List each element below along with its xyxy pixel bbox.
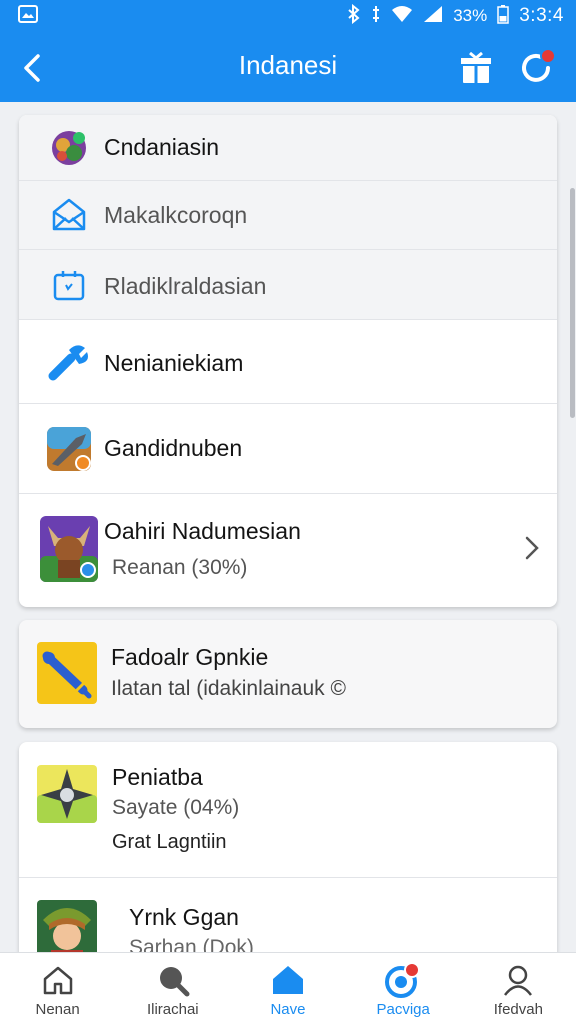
- top-bar: 33% 3:3:4 Indanesi: [0, 0, 576, 102]
- menu-item-gandidnuben[interactable]: Gandidnuben: [19, 404, 557, 494]
- yellow-tool-icon: [37, 642, 97, 704]
- wrench-icon: [39, 340, 99, 384]
- wifi-icon: [391, 5, 413, 28]
- list-item-peniatba[interactable]: Peniatba Sayate (04%) Grat Lagntiin: [19, 742, 557, 878]
- notification-badge: [540, 48, 556, 64]
- nav-label: Ilirachai: [146, 1001, 199, 1018]
- list-item-title: Yrnk Ggan: [129, 904, 239, 930]
- menu-item-label: Oahiri Nadumesian: [104, 518, 301, 544]
- list-item-subtitle: Sayate (04%): [112, 796, 240, 819]
- battery-icon: [497, 4, 509, 29]
- calendar-icon: [39, 263, 99, 307]
- refresh-button[interactable]: [514, 46, 558, 90]
- minotaur-game-icon: [39, 516, 99, 582]
- promo-title: Fadoalr Gpnkie: [111, 644, 269, 670]
- menu-item-label: Nenianiekiam: [104, 350, 244, 376]
- menu-item-label: Cndaniasin: [104, 134, 220, 160]
- bottom-nav: Nenan Ilirachai Nave Pacviga Ifedvah: [0, 952, 576, 1024]
- bluetooth-icon: [347, 3, 361, 29]
- promo-subtitle: Ilatan tal (idakinlainauk ©: [111, 677, 346, 700]
- gallery-notification-icon: [18, 4, 38, 28]
- status-bar: 33% 3:3:4: [0, 0, 576, 32]
- battery-text: 33%: [453, 6, 488, 25]
- menu-item-sublabel: Reanan (30%): [112, 556, 248, 579]
- nav-item-nave[interactable]: Nave: [230, 953, 345, 1024]
- gift-icon: [461, 52, 491, 83]
- menu-item-nenianiekiam[interactable]: Nenianiekiam: [19, 320, 557, 404]
- target-icon: [384, 962, 422, 998]
- nav-label: Nave: [270, 1001, 306, 1018]
- menu-item-cndaniasin[interactable]: Cndaniasin: [19, 115, 557, 181]
- nav-label: Ifedvah: [493, 1001, 543, 1018]
- nav-item-nenan[interactable]: Nenan: [0, 953, 115, 1024]
- game-avatar-icon: [39, 126, 99, 170]
- home-filled-icon: [271, 963, 305, 997]
- nav-label: Nenan: [35, 1001, 80, 1018]
- nav-item-ifedvah[interactable]: Ifedvah: [461, 953, 576, 1024]
- scrollbar[interactable]: [570, 188, 575, 418]
- nav-label: Pacviga: [376, 1001, 430, 1018]
- profile-icon: [502, 963, 534, 997]
- menu-item-label: Gandidnuben: [104, 435, 243, 461]
- menu-item-rladiklraldasian[interactable]: Rladiklraldasian: [19, 250, 557, 320]
- vibrate-icon: [371, 5, 381, 28]
- signal-icon: [423, 5, 443, 28]
- nav-item-ilirachai[interactable]: Ilirachai: [115, 953, 230, 1024]
- list-item-extra: Grat Lagntiin: [112, 831, 227, 853]
- menu-item-label: Rladiklraldasian: [104, 273, 267, 299]
- clock: 3:3:4: [519, 5, 564, 26]
- gift-button[interactable]: [456, 48, 496, 88]
- shuriken-game-icon: [37, 764, 97, 824]
- promo-card[interactable]: Fadoalr Gpnkie Ilatan tal (idakinlainauk…: [19, 620, 557, 728]
- list-item-title: Peniatba: [112, 764, 203, 790]
- chevron-right-icon: [525, 536, 539, 565]
- menu-item-oahiri-nadumesian[interactable]: Oahiri Nadumesian Reanan (30%): [19, 494, 557, 607]
- nav-item-pacviga[interactable]: Pacviga: [346, 953, 461, 1024]
- app-bar: Indanesi: [0, 32, 576, 102]
- envelope-icon: [39, 193, 99, 237]
- menu-card: Cndaniasin Makalkcoroqn Rladiklraldasian: [19, 115, 557, 607]
- home-outline-icon: [42, 963, 74, 997]
- weapon-game-icon: [39, 426, 99, 472]
- search-icon: [156, 963, 190, 997]
- menu-item-label: Makalkcoroqn: [104, 202, 248, 228]
- menu-item-makalkcoroqn[interactable]: Makalkcoroqn: [19, 181, 557, 250]
